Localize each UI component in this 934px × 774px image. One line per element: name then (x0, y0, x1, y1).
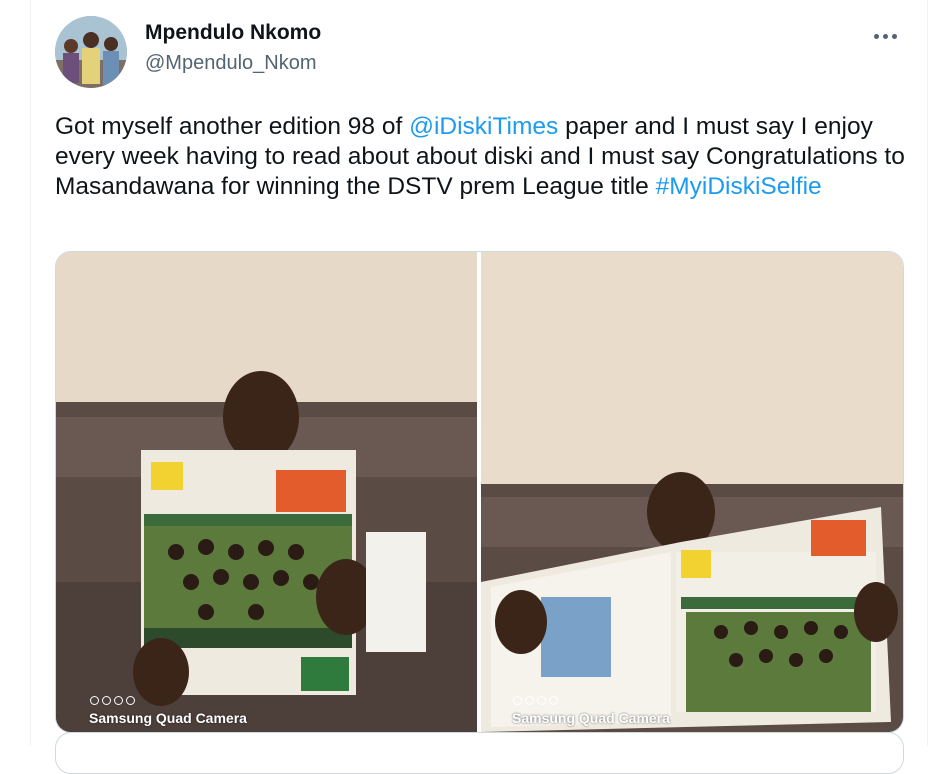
author-name[interactable]: Mpendulo Nkomo (145, 21, 321, 45)
camera-dots-icon (513, 696, 558, 705)
camera-label: Samsung Quad Camera (512, 710, 670, 726)
tweet-text: Got myself another edition 98 of @iDiski… (55, 112, 905, 202)
hashtag-link[interactable]: #MyiDiskiSelfie (656, 173, 822, 200)
quoted-card[interactable] (55, 732, 904, 774)
timeline-border-left (30, 0, 31, 746)
camera-label: Samsung Quad Camera (89, 710, 247, 726)
media-grid: Samsung Quad Camera Samsung Quad Camera (55, 251, 904, 733)
photo-1[interactable]: Samsung Quad Camera (56, 252, 477, 732)
author-handle[interactable]: @Mpendulo_Nkom (145, 52, 317, 75)
mention-link[interactable]: @iDiskiTimes (409, 113, 558, 140)
more-options-icon[interactable] (868, 24, 902, 48)
tweet-text-part: Got myself another edition 98 of (55, 113, 410, 140)
photo-2[interactable]: Samsung Quad Camera (481, 252, 903, 732)
camera-dots-icon (90, 696, 135, 705)
timeline-border-right (927, 0, 928, 746)
avatar[interactable] (55, 16, 127, 88)
